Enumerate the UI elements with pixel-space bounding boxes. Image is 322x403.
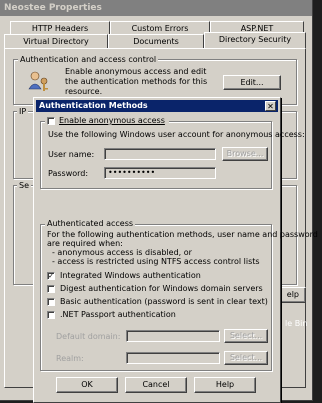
password-input[interactable]: •••••••••• [104,167,216,179]
close-icon[interactable]: ✕ [265,101,276,111]
tab-virtual-directory[interactable]: Virtual Directory [4,34,108,48]
ip-group-label: IP [17,107,29,116]
integrated-windows-label[interactable]: Integrated Windows authentication [60,271,201,280]
auth-desc-line-4: - access is restricted using NTFS access… [52,257,260,266]
passport-auth-checkbox[interactable] [47,311,55,319]
auth-access-group-label: Authentication and access control [18,55,159,64]
dialog-title: Authentication Methods [39,101,148,110]
properties-title: Neostee Properties [0,0,312,16]
digest-auth-checkbox[interactable] [47,285,55,293]
cancel-button[interactable]: Cancel [125,377,187,393]
password-label: Password: [48,169,89,178]
tab-http-headers[interactable]: HTTP Headers [10,21,110,35]
auth-desc-line-3: - anonymous access is disabled, or [52,248,192,257]
username-input[interactable] [104,148,216,160]
realm-select-button[interactable]: Select... [224,351,268,365]
username-label: User name: [48,150,95,159]
tab-documents[interactable]: Documents [108,34,204,48]
default-domain-select-button[interactable]: Select... [224,329,268,343]
enable-anonymous-checkbox[interactable] [47,117,55,125]
tab-custom-errors[interactable]: Custom Errors [110,21,210,35]
enable-anonymous-row[interactable]: Enable anonymous access [45,116,169,127]
auth-desc-line-2: are required when: [47,239,123,248]
integrated-windows-checkbox[interactable]: ✓ [47,272,55,280]
authenticated-access-label: Authenticated access [45,219,136,228]
tab-directory-security[interactable]: Directory Security [204,32,306,48]
default-domain-input[interactable] [126,330,220,342]
dialog-title-bar: Authentication Methods ✕ [36,100,278,112]
basic-auth-label[interactable]: Basic authentication (password is sent i… [60,297,268,306]
realm-input[interactable] [126,352,220,364]
passport-auth-label[interactable]: .NET Passport authentication [60,310,176,319]
secure-group-label: Se [17,181,31,190]
anonymous-description: Use the following Windows user account f… [48,130,305,139]
default-domain-label: Default domain: [56,332,121,341]
digest-auth-label[interactable]: Digest authentication for Windows domain… [60,284,263,293]
desktop-recycle-bin-label: le Bin [285,319,308,328]
browse-button[interactable]: Browse... [222,147,268,161]
edit-button[interactable]: Edit... [223,75,281,90]
help-button[interactable]: Help [194,377,256,393]
users-keys-icon [28,71,48,91]
realm-label: Realm: [56,354,84,363]
enable-anonymous-label: Enable anonymous access [59,116,165,125]
auth-description: Enable anonymous access and edit the aut… [65,67,208,96]
basic-auth-checkbox[interactable] [47,298,55,306]
auth-desc-line-1: For the following authentication methods… [47,230,318,239]
authentication-methods-dialog: Authentication Methods ✕ Enable anonymou… [33,97,318,403]
ok-button[interactable]: OK [56,377,118,393]
